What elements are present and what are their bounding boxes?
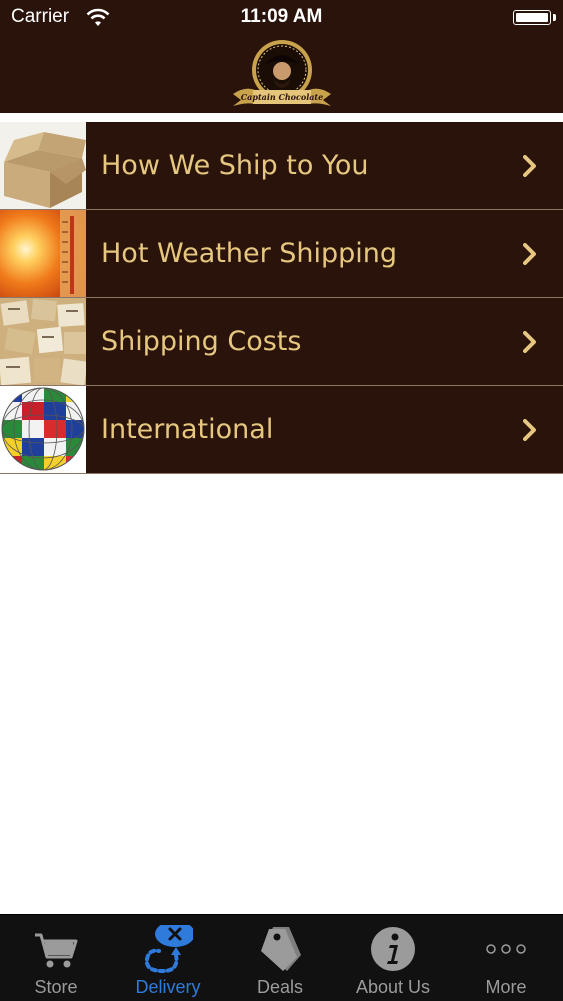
tab-delivery[interactable]: Delivery	[112, 915, 224, 1001]
tab-label: Delivery	[135, 977, 201, 997]
chevron-right-icon	[523, 155, 536, 177]
sun-thermometer-image	[0, 210, 86, 297]
chevron-right-icon	[523, 331, 536, 353]
tab-about-us[interactable]: About Us	[337, 915, 449, 1001]
cart-icon	[35, 933, 78, 968]
menu-item-hot-weather[interactable]: Hot Weather Shipping	[0, 210, 563, 298]
chevron-right-icon	[523, 419, 536, 441]
clock: 11:09 AM	[240, 6, 323, 27]
tab-deals[interactable]: Deals	[224, 915, 336, 1001]
tab-label: About Us	[355, 977, 431, 997]
tab-label: Store	[34, 977, 78, 997]
tab-bar: Store Delivery Deals About Us More	[0, 914, 563, 1001]
shipping-menu: How We Ship to You Hot Weather Shipping …	[0, 122, 563, 474]
more-icon	[486, 944, 526, 954]
flag-globe-image	[0, 386, 86, 473]
logo-text: Captain Chocolate	[241, 92, 323, 102]
menu-item-label: How We Ship to You	[101, 150, 369, 181]
menu-item-label: Hot Weather Shipping	[101, 238, 398, 269]
packages-image	[0, 298, 86, 385]
tags-icon	[261, 927, 301, 971]
tab-more[interactable]: More	[450, 915, 562, 1001]
tab-label: More	[485, 977, 527, 997]
chevron-right-icon	[523, 243, 536, 265]
battery-icon	[513, 10, 551, 25]
menu-item-international[interactable]: International	[0, 386, 563, 474]
menu-item-how-we-ship[interactable]: How We Ship to You	[0, 122, 563, 210]
battery-nub	[553, 14, 556, 21]
header-separator	[0, 113, 563, 122]
cardboard-box-image	[0, 122, 86, 209]
info-icon	[371, 927, 415, 971]
tab-label: Deals	[256, 977, 304, 997]
tab-store[interactable]: Store	[0, 915, 112, 1001]
menu-item-label: Shipping Costs	[101, 326, 302, 357]
status-bar: Carrier 11:09 AM	[0, 0, 563, 36]
menu-item-label: International	[101, 414, 274, 445]
captain-chocolate-logo: Captain Chocolate	[233, 40, 331, 106]
delivery-route-icon	[144, 925, 193, 973]
menu-item-shipping-costs[interactable]: Shipping Costs	[0, 298, 563, 386]
header: Carrier 11:09 AM Captain Chocolate	[0, 0, 563, 113]
